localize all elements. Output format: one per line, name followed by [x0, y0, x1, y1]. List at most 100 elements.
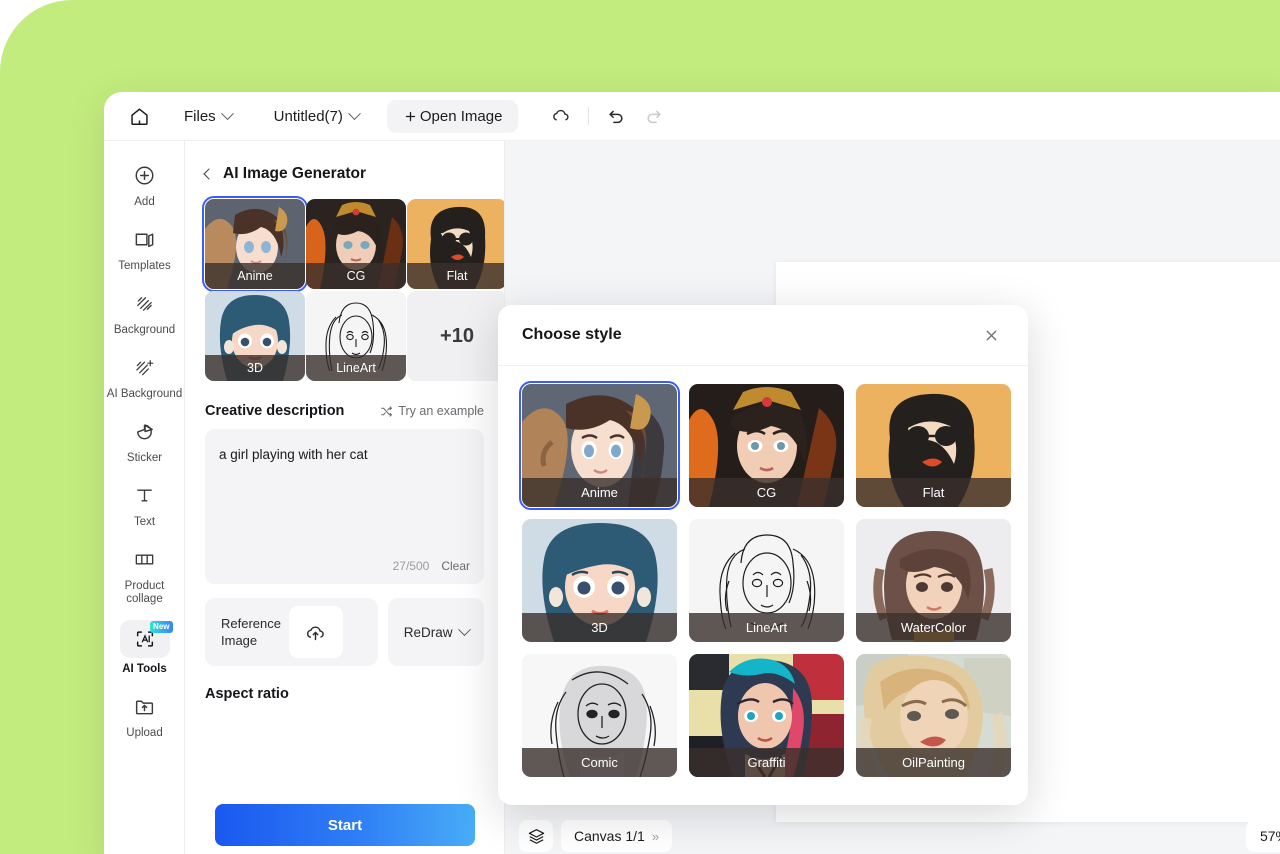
- style-card-cg[interactable]: CG: [306, 199, 406, 289]
- modal-style-card-comic[interactable]: Comic: [522, 654, 677, 777]
- layers-icon[interactable]: [519, 820, 553, 852]
- open-image-label: Open Image: [419, 107, 503, 125]
- shuffle-icon: [381, 405, 393, 417]
- style-card-anime[interactable]: Anime: [202, 196, 308, 292]
- document-name-menu[interactable]: Untitled(7): [264, 102, 369, 131]
- style-card-3d[interactable]: 3D: [205, 291, 305, 381]
- sidebar-item-label: Text: [133, 516, 156, 528]
- modal-style-card-label: Flat: [856, 478, 1011, 507]
- back-chevron-icon[interactable]: [203, 168, 215, 180]
- modal-title: Choose style: [522, 326, 622, 343]
- sidebar-item-ai-tools[interactable]: New AI Tools: [104, 612, 185, 682]
- modal-style-card-cg[interactable]: CG: [689, 384, 844, 507]
- modal-style-card-watercolor[interactable]: WaterColor: [856, 519, 1011, 642]
- new-badge: New: [150, 621, 173, 633]
- close-icon[interactable]: [978, 322, 1004, 348]
- sidebar-item-label: AI Background: [106, 388, 183, 400]
- files-menu[interactable]: Files: [174, 102, 242, 131]
- cloud-upload-icon[interactable]: [288, 606, 343, 658]
- document-label: Untitled(7): [273, 107, 343, 125]
- try-an-example-label: Try an example: [398, 404, 484, 418]
- sidebar-item-label: Product collage: [124, 580, 165, 605]
- redraw-mode-select[interactable]: ReDraw: [388, 598, 484, 666]
- sidebar-item-label: Upload: [126, 727, 163, 739]
- zoom-level-label: 57%: [1259, 828, 1280, 844]
- style-card-label: Flat: [407, 263, 504, 289]
- modal-style-card-anime[interactable]: Anime: [519, 381, 680, 510]
- product-collage-icon: [125, 543, 165, 575]
- aspect-ratio-title: Aspect ratio: [205, 686, 289, 702]
- plus-icon: [405, 111, 416, 121]
- character-counter: 27/500: [392, 559, 430, 573]
- creative-description-title: Creative description: [205, 403, 345, 419]
- modal-style-card-label: Anime: [522, 478, 677, 507]
- modal-style-card-oilpainting[interactable]: OilPainting: [856, 654, 1011, 777]
- chevron-down-icon: [348, 106, 361, 120]
- reference-image-label-line2: Image: [221, 633, 258, 648]
- start-button[interactable]: Start: [215, 804, 475, 846]
- sidebar-item-sticker[interactable]: Sticker: [104, 407, 185, 471]
- redo-icon[interactable]: [635, 99, 673, 133]
- sidebar-item-label: Sticker: [126, 452, 163, 464]
- start-bar: Start: [185, 788, 504, 854]
- reference-image-label: Reference Image: [221, 615, 281, 649]
- try-an-example-button[interactable]: Try an example: [380, 404, 484, 418]
- reference-image-field: Reference Image: [205, 598, 379, 666]
- reference-image-label-line1: Reference: [221, 616, 281, 631]
- sidebar-item-upload[interactable]: Upload: [104, 682, 185, 746]
- canvas-label: Canvas 1/1: [574, 828, 645, 844]
- sidebar-item-label: Background: [113, 324, 176, 336]
- modal-style-card-label: LineArt: [689, 613, 844, 642]
- more-styles-button[interactable]: +10: [407, 291, 504, 381]
- background-icon: [125, 287, 165, 319]
- undo-icon[interactable]: [597, 99, 635, 133]
- modal-style-card-lineart[interactable]: LineArt: [689, 519, 844, 642]
- sidebar-item-text[interactable]: Text: [104, 471, 185, 535]
- open-image-button[interactable]: Open Image: [386, 99, 519, 133]
- style-card-lineart[interactable]: LineArt: [306, 291, 406, 381]
- canvas-expand-icon: »: [651, 828, 660, 844]
- modal-style-card-graffiti[interactable]: Graffiti: [689, 654, 844, 777]
- modal-style-card-label: OilPainting: [856, 748, 1011, 777]
- page-title: AI Image Generator: [223, 165, 366, 182]
- redraw-label: ReDraw: [403, 624, 453, 640]
- chevron-down-icon: [220, 106, 234, 120]
- ai-tools-icon: New: [119, 620, 173, 658]
- sidebar-item-background[interactable]: Background: [104, 279, 185, 343]
- sticker-icon: [125, 415, 165, 447]
- home-icon[interactable]: [124, 101, 154, 131]
- modal-style-card-flat[interactable]: Flat: [856, 384, 1011, 507]
- canvas-page-selector[interactable]: Canvas 1/1 »: [561, 820, 673, 852]
- creative-description-footer: 27/500 Clear: [393, 559, 470, 573]
- creative-description-input[interactable]: a girl playing with her cat 27/500 Clear: [205, 429, 484, 584]
- creative-description-header: Creative description Try an example: [185, 381, 504, 429]
- style-card-label: 3D: [205, 355, 305, 381]
- sidebar-item-ai-background[interactable]: AI Background: [104, 343, 185, 407]
- sidebar-item-product-collage[interactable]: Product collage: [104, 535, 185, 612]
- status-bar: Canvas 1/1 »: [505, 810, 1280, 854]
- ai-background-icon: [125, 351, 165, 383]
- upload-icon: [125, 690, 165, 722]
- sidebar-item-templates[interactable]: Templates: [104, 215, 185, 279]
- sidebar-item-label: Templates: [118, 260, 171, 272]
- style-quick-grid: Anime CG Flat 3D LineArt +10: [185, 196, 504, 381]
- clear-button[interactable]: Clear: [441, 559, 470, 573]
- files-label: Files: [184, 107, 216, 125]
- sidebar-item-label: AI Tools: [122, 663, 167, 675]
- toolbar-divider: [588, 107, 590, 125]
- style-card-flat[interactable]: Flat: [407, 199, 504, 289]
- style-grid: Anime CG Flat 3D LineArt WaterColor Comi…: [498, 366, 1028, 795]
- sidebar-item-add[interactable]: Add: [104, 151, 185, 215]
- modal-style-card-label: Graffiti: [689, 748, 844, 777]
- ai-image-generator-panel: AI Image Generator Anime CG Flat 3D Line…: [185, 141, 505, 854]
- cloud-sync-icon[interactable]: [542, 99, 580, 133]
- modal-style-card-3d[interactable]: 3D: [522, 519, 677, 642]
- zoom-level-indicator[interactable]: 57%: [1245, 820, 1280, 852]
- modal-style-card-label: CG: [689, 478, 844, 507]
- left-tool-rail: Add Templates Background AI Background S…: [104, 141, 185, 854]
- modal-style-card-label: 3D: [522, 613, 677, 642]
- text-icon: [125, 479, 165, 511]
- style-card-label: CG: [306, 263, 406, 289]
- reference-image-row: Reference Image ReDraw: [185, 584, 504, 666]
- history-controls: [542, 99, 673, 133]
